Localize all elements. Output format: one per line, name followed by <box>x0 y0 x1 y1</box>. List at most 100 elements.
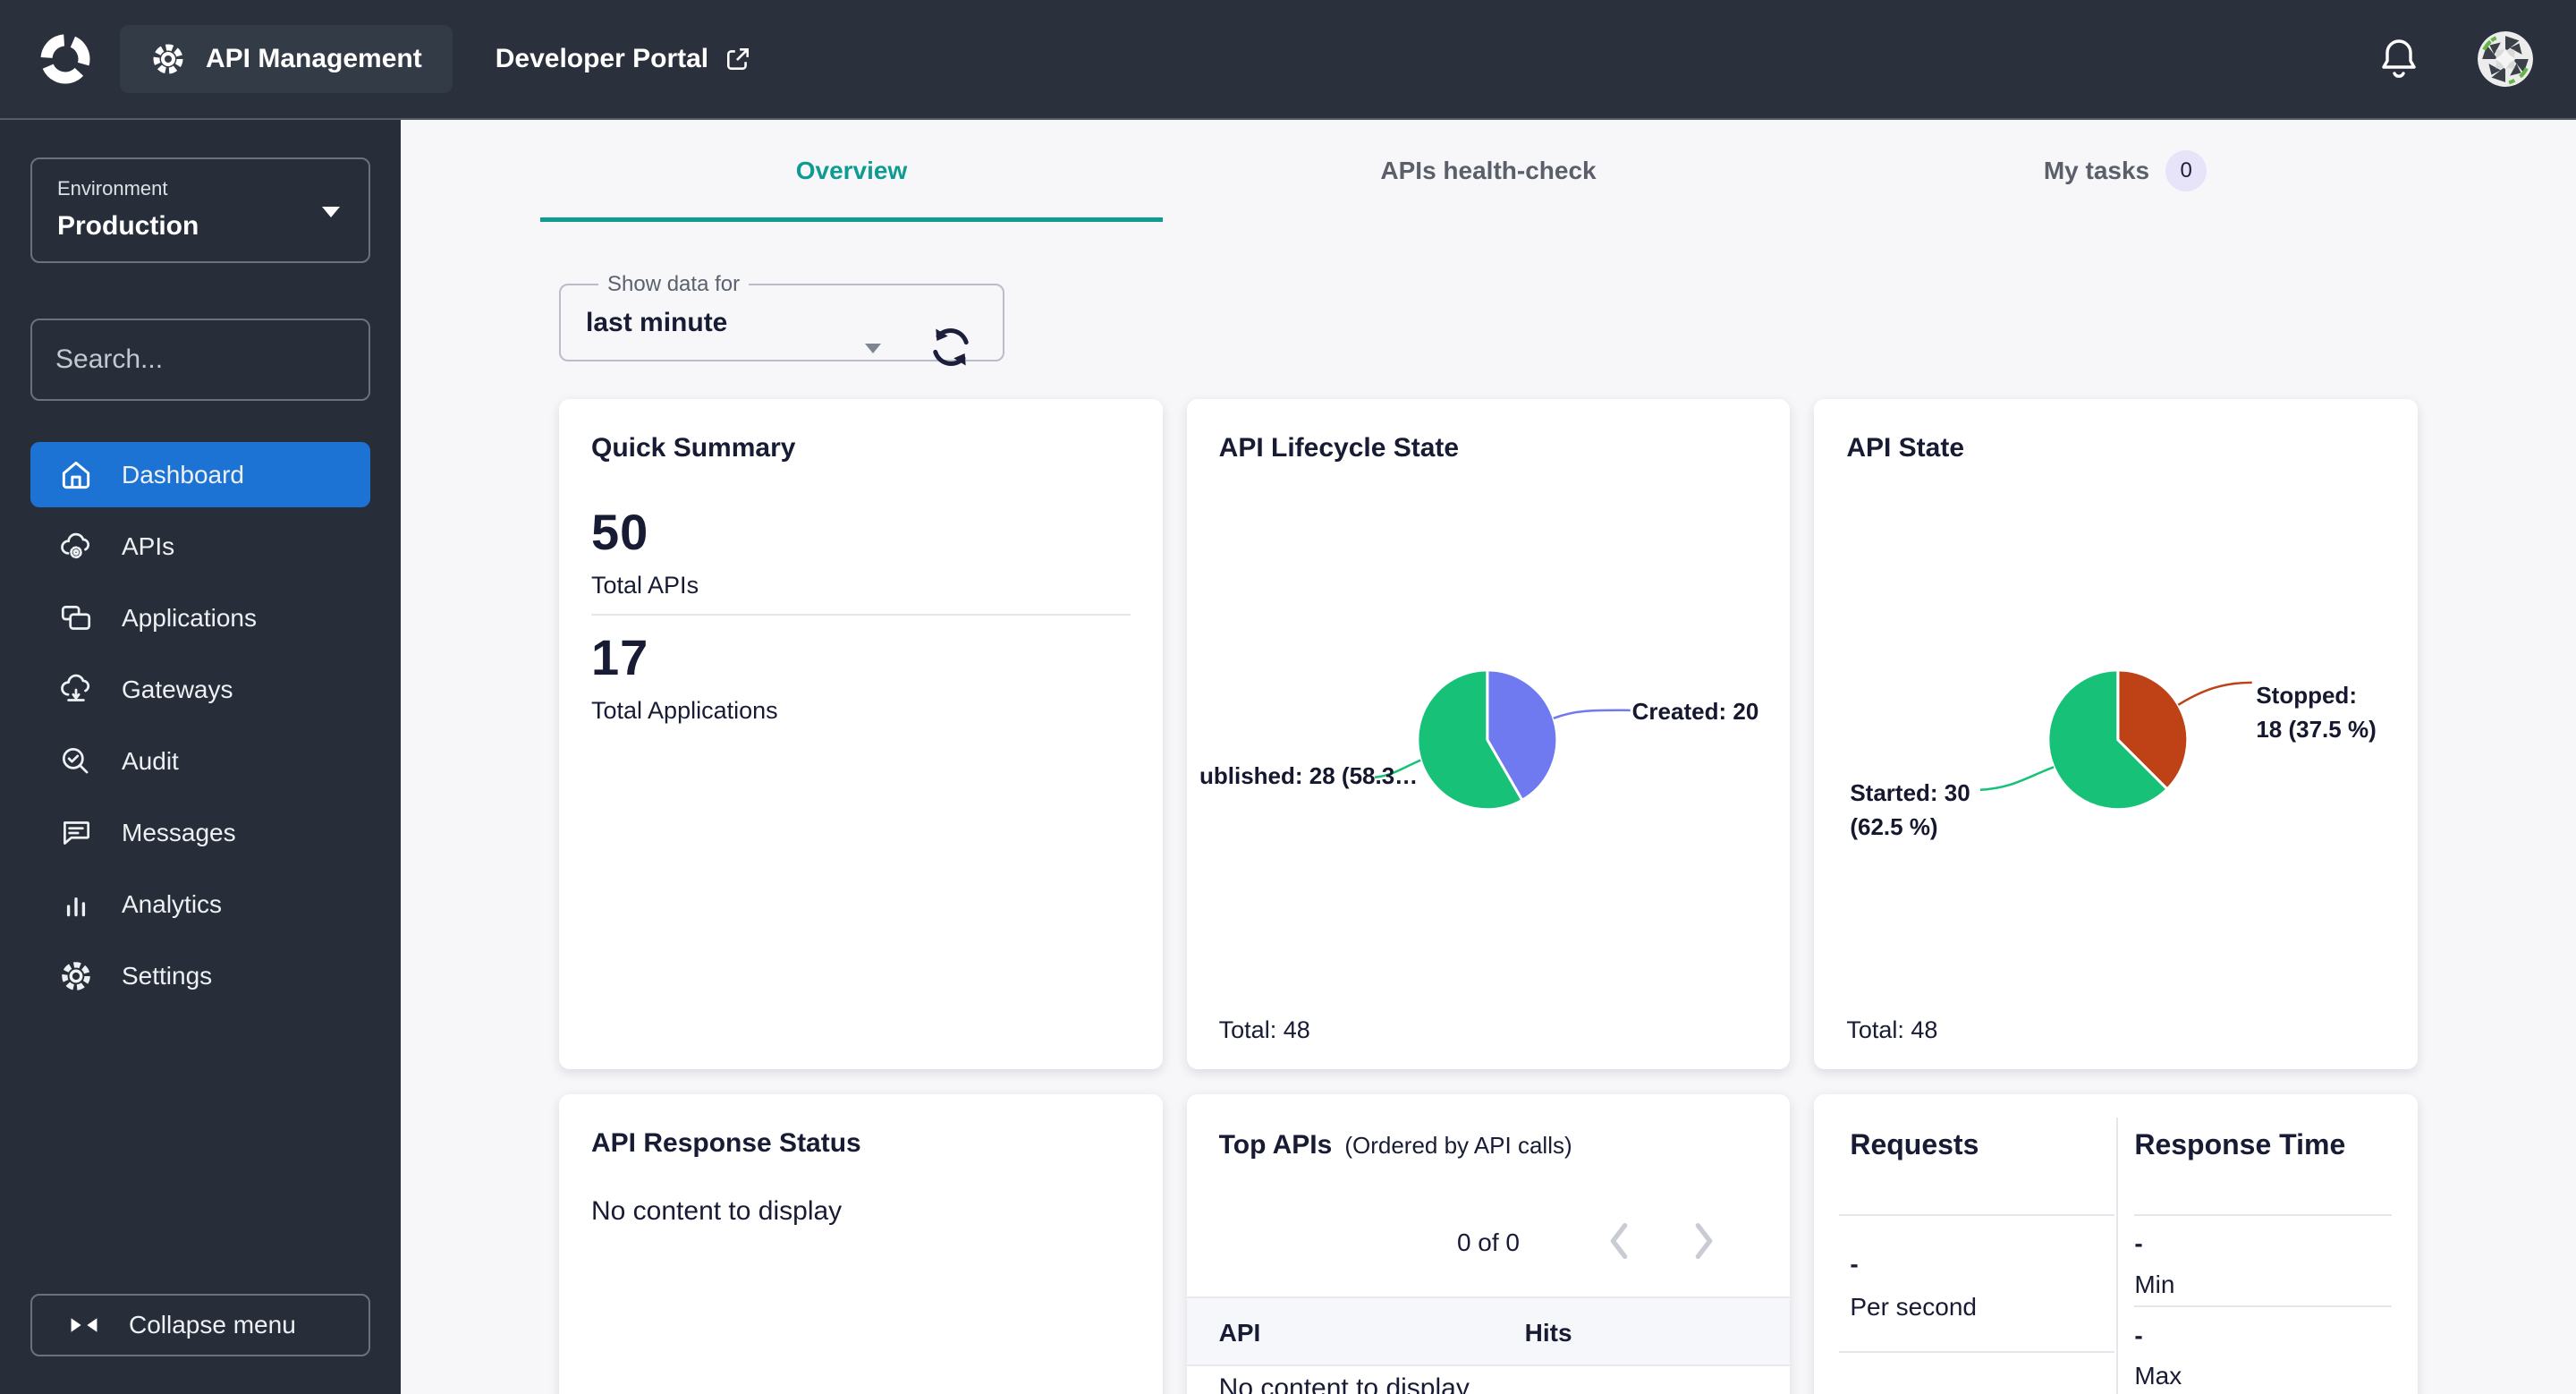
chevron-right-icon[interactable] <box>1688 1220 1720 1262</box>
chevron-down-icon <box>322 207 340 217</box>
sidebar-item-label: Dashboard <box>122 460 244 489</box>
requests-title: Requests <box>1850 1128 1979 1160</box>
sidebar-item-label: Audit <box>122 746 179 775</box>
sidebar-item-audit[interactable]: Audit <box>30 728 370 794</box>
collapse-icon <box>71 1318 97 1332</box>
tab-tasks-label: My tasks <box>2043 157 2150 184</box>
magnifier-check-icon <box>62 747 89 773</box>
sidebar-item-label: APIs <box>122 531 175 560</box>
vertical-divider <box>2116 1118 2119 1394</box>
divider <box>2134 1305 2393 1307</box>
collapse-menu-button[interactable]: Collapse menu <box>30 1294 370 1356</box>
divider <box>1839 1351 2115 1353</box>
tab-my-tasks[interactable]: My tasks 0 <box>1807 120 2444 222</box>
tab-overview-label: Overview <box>795 157 908 184</box>
requests-per-second-value: - <box>1850 1250 1859 1278</box>
sidebar-item-settings[interactable]: Settings <box>30 943 370 1008</box>
cloud-gear-icon <box>61 532 90 558</box>
pie-total: Total: 48 <box>1846 1016 1938 1043</box>
environment-selector[interactable]: Environment Production <box>30 157 370 263</box>
lifecycle-pie-chart[interactable] <box>1187 399 1791 1069</box>
tasks-count-badge: 0 <box>2165 150 2207 191</box>
environment-label: Environment <box>57 177 168 200</box>
main-content: Overview APIs health-check My tasks 0 Sh… <box>401 120 2576 1394</box>
column-header-hits: Hits <box>1524 1319 1572 1347</box>
cards-row-2: API Response Status No content to displa… <box>559 1094 2418 1394</box>
response-max-value: - <box>2134 1322 2143 1349</box>
requests-per-second-label: Per second <box>1850 1293 1977 1321</box>
total-applications-label: Total Applications <box>591 697 778 724</box>
cloud-download-icon <box>61 674 90 701</box>
home-icon <box>62 461 90 489</box>
card-title: Top APIs <box>1218 1130 1333 1160</box>
card-title: API Response Status <box>591 1128 861 1158</box>
api-lifecycle-state-card: API Lifecycle State Created: 20 Publishe… <box>1186 399 1791 1069</box>
pie-label-started: Started: 30 (62.5 %) <box>1850 779 1970 840</box>
sidebar-item-label: Settings <box>122 961 213 990</box>
refresh-icon[interactable] <box>926 322 976 372</box>
tab-bar: Overview APIs health-check My tasks 0 <box>401 120 2576 222</box>
api-state-card: API State Stopped: 18 (37.5 %) Started: … <box>1814 399 2418 1069</box>
card-subtitle: (Ordered by API calls) <box>1344 1132 1572 1159</box>
sidebar-item-messages[interactable]: Messages <box>30 800 370 865</box>
bar-chart-icon <box>66 897 86 916</box>
portal-link-label: Developer Portal <box>495 44 709 73</box>
divider <box>2134 1214 2393 1216</box>
pie-total: Total: 48 <box>1218 1016 1310 1043</box>
total-apis-label: Total APIs <box>591 572 699 599</box>
pie-label-stopped: Stopped: 18 (37.5 %) <box>2256 682 2377 743</box>
card-title: Quick Summary <box>591 433 796 463</box>
requests-response-time-card: Requests - Per second Response Time - Mi… <box>1814 1094 2418 1394</box>
topbar: API Management Developer Portal <box>0 0 2576 120</box>
sidebar-item-analytics[interactable]: Analytics <box>30 871 370 937</box>
quick-summary-card: Quick Summary 50 Total APIs 17 Total App… <box>559 399 1163 1069</box>
tab-health-label: APIs health-check <box>1380 157 1597 184</box>
response-min-label: Min <box>2134 1271 2175 1298</box>
applications-icon <box>61 605 91 630</box>
response-min-value: - <box>2134 1229 2143 1257</box>
app-chip-label: API Management <box>206 44 422 73</box>
external-link-icon <box>727 48 750 70</box>
column-header-api: API <box>1218 1319 1261 1347</box>
sidebar-item-label: Messages <box>122 818 236 846</box>
notifications-bell-icon[interactable] <box>2377 36 2420 82</box>
api-response-status-card: API Response Status No content to displa… <box>559 1094 1163 1394</box>
sidebar-menu: Dashboard APIs Applications Gateways Aud… <box>30 442 370 1008</box>
top-apis-title-row: Top APIs (Ordered by API calls) <box>1219 1130 1572 1160</box>
chevron-down-icon <box>865 344 881 353</box>
filter-row: Show data for last minute <box>559 272 2576 366</box>
gear-icon <box>62 961 90 990</box>
show-data-for-select[interactable]: Show data for last minute <box>559 272 1004 366</box>
message-bubble-icon <box>64 820 90 845</box>
gravitee-logo-icon <box>40 34 90 84</box>
gear-icon <box>153 44 183 74</box>
total-applications-value: 17 <box>591 629 649 685</box>
response-max-label: Max <box>2134 1362 2182 1390</box>
avatar-pattern <box>2478 31 2533 87</box>
user-avatar[interactable] <box>2478 31 2533 87</box>
table-header: API Hits <box>1186 1296 1791 1366</box>
sidebar: Environment Production Dashboard APIs <box>0 120 401 1394</box>
sidebar-search <box>30 319 401 401</box>
pie-label-created: Created: 20 <box>1631 698 1759 725</box>
sidebar-item-apis[interactable]: APIs <box>30 514 370 579</box>
tab-overview[interactable]: Overview <box>533 120 1170 222</box>
api-management-button[interactable]: API Management <box>120 25 453 93</box>
filter-label: Show data for <box>607 272 741 296</box>
environment-value: Production <box>57 211 199 241</box>
top-apis-card: Top APIs (Ordered by API calls) 0 of 0 A… <box>1186 1094 1791 1394</box>
empty-state-text: No content to display <box>1218 1373 1470 1394</box>
tab-apis-health-check[interactable]: APIs health-check <box>1170 120 1807 222</box>
pie-label-published: Published: 28 (58.3… <box>1199 762 1419 789</box>
sidebar-item-label: Applications <box>122 603 257 632</box>
sidebar-item-dashboard[interactable]: Dashboard <box>30 442 370 507</box>
cards-row-1: Quick Summary 50 Total APIs 17 Total App… <box>559 399 2418 1069</box>
chevron-left-icon[interactable] <box>1603 1220 1635 1262</box>
developer-portal-link[interactable]: Developer Portal <box>496 44 751 74</box>
search-input[interactable] <box>55 344 401 375</box>
sidebar-item-applications[interactable]: Applications <box>30 585 370 650</box>
filter-value: last minute <box>586 308 728 337</box>
sidebar-item-gateways[interactable]: Gateways <box>30 657 370 722</box>
divider <box>1839 1214 2115 1216</box>
sidebar-item-label: Gateways <box>122 675 233 703</box>
